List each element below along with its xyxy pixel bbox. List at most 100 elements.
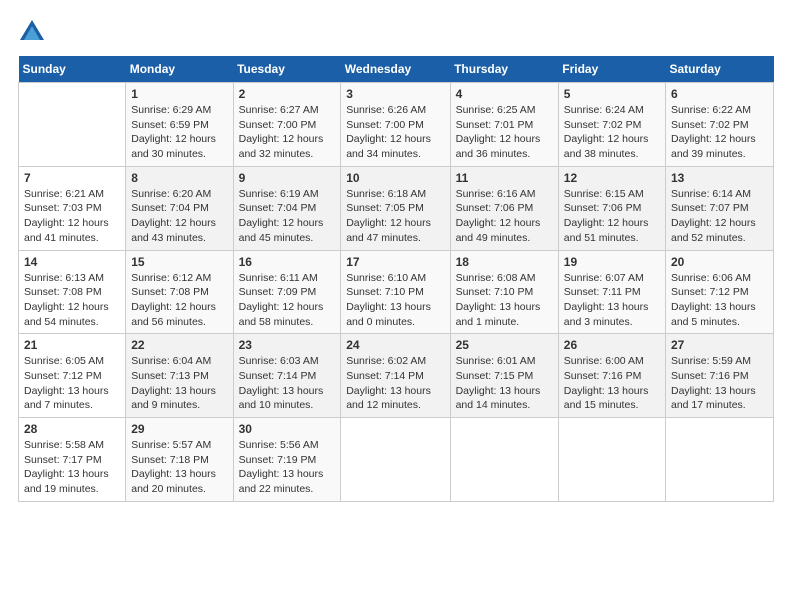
- calendar-cell: 20 Sunrise: 6:06 AMSunset: 7:12 PMDayligh…: [666, 250, 774, 334]
- day-info: Sunrise: 6:00 AMSunset: 7:16 PMDaylight:…: [564, 354, 660, 413]
- header-cell-monday: Monday: [126, 56, 233, 83]
- day-number: 2: [239, 87, 336, 101]
- calendar-cell: 13 Sunrise: 6:14 AMSunset: 7:07 PMDayligh…: [666, 166, 774, 250]
- day-number: 16: [239, 255, 336, 269]
- calendar-cell: 14 Sunrise: 6:13 AMSunset: 7:08 PMDayligh…: [19, 250, 126, 334]
- calendar-cell: 29 Sunrise: 5:57 AMSunset: 7:18 PMDayligh…: [126, 418, 233, 502]
- day-number: 15: [131, 255, 227, 269]
- day-info: Sunrise: 6:08 AMSunset: 7:10 PMDaylight:…: [456, 271, 553, 330]
- day-info: Sunrise: 6:29 AMSunset: 6:59 PMDaylight:…: [131, 103, 227, 162]
- day-number: 12: [564, 171, 660, 185]
- day-info: Sunrise: 6:19 AMSunset: 7:04 PMDaylight:…: [239, 187, 336, 246]
- calendar-cell: 15 Sunrise: 6:12 AMSunset: 7:08 PMDayligh…: [126, 250, 233, 334]
- day-info: Sunrise: 6:25 AMSunset: 7:01 PMDaylight:…: [456, 103, 553, 162]
- day-info: Sunrise: 6:14 AMSunset: 7:07 PMDaylight:…: [671, 187, 768, 246]
- day-info: Sunrise: 6:01 AMSunset: 7:15 PMDaylight:…: [456, 354, 553, 413]
- day-number: 1: [131, 87, 227, 101]
- day-info: Sunrise: 6:15 AMSunset: 7:06 PMDaylight:…: [564, 187, 660, 246]
- day-number: 24: [346, 338, 444, 352]
- day-info: Sunrise: 6:22 AMSunset: 7:02 PMDaylight:…: [671, 103, 768, 162]
- day-info: Sunrise: 6:04 AMSunset: 7:13 PMDaylight:…: [131, 354, 227, 413]
- day-info: Sunrise: 6:21 AMSunset: 7:03 PMDaylight:…: [24, 187, 120, 246]
- day-info: Sunrise: 6:07 AMSunset: 7:11 PMDaylight:…: [564, 271, 660, 330]
- calendar-cell: 10 Sunrise: 6:18 AMSunset: 7:05 PMDayligh…: [341, 166, 450, 250]
- header-cell-saturday: Saturday: [666, 56, 774, 83]
- day-info: Sunrise: 5:59 AMSunset: 7:16 PMDaylight:…: [671, 354, 768, 413]
- calendar-week-row: 21Sunrise: 6:05 AMSunset: 7:12 PMDayligh…: [19, 334, 774, 418]
- calendar-cell: 27 Sunrise: 5:59 AMSunset: 7:16 PMDayligh…: [666, 334, 774, 418]
- calendar-cell: 5 Sunrise: 6:24 AMSunset: 7:02 PMDaylight…: [558, 83, 665, 167]
- calendar-cell: 22 Sunrise: 6:04 AMSunset: 7:13 PMDayligh…: [126, 334, 233, 418]
- day-number: 4: [456, 87, 553, 101]
- calendar-cell: 8 Sunrise: 6:20 AMSunset: 7:04 PMDaylight…: [126, 166, 233, 250]
- calendar-week-row: 28 Sunrise: 5:58 AMSunset: 7:17 PMDayligh…: [19, 418, 774, 502]
- day-number: 22: [131, 338, 227, 352]
- calendar-cell: [19, 83, 126, 167]
- calendar-cell: 12 Sunrise: 6:15 AMSunset: 7:06 PMDayligh…: [558, 166, 665, 250]
- day-info: Sunrise: 6:24 AMSunset: 7:02 PMDaylight:…: [564, 103, 660, 162]
- day-number: 6: [671, 87, 768, 101]
- header-cell-friday: Friday: [558, 56, 665, 83]
- calendar-cell: 17Sunrise: 6:10 AMSunset: 7:10 PMDayligh…: [341, 250, 450, 334]
- day-number: 19: [564, 255, 660, 269]
- header: [18, 18, 774, 46]
- header-cell-thursday: Thursday: [450, 56, 558, 83]
- day-info: Sunrise: 6:06 AMSunset: 7:12 PMDaylight:…: [671, 271, 768, 330]
- calendar-cell: 9 Sunrise: 6:19 AMSunset: 7:04 PMDaylight…: [233, 166, 341, 250]
- day-info: Sunrise: 5:56 AMSunset: 7:19 PMDaylight:…: [239, 438, 336, 497]
- calendar-week-row: 7 Sunrise: 6:21 AMSunset: 7:03 PMDaylight…: [19, 166, 774, 250]
- header-cell-sunday: Sunday: [19, 56, 126, 83]
- day-info: Sunrise: 6:10 AMSunset: 7:10 PMDaylight:…: [346, 271, 444, 330]
- logo: [18, 18, 50, 46]
- day-number: 30: [239, 422, 336, 436]
- calendar-cell: 25 Sunrise: 6:01 AMSunset: 7:15 PMDayligh…: [450, 334, 558, 418]
- day-number: 14: [24, 255, 120, 269]
- calendar-cell: [666, 418, 774, 502]
- day-info: Sunrise: 6:16 AMSunset: 7:06 PMDaylight:…: [456, 187, 553, 246]
- day-number: 10: [346, 171, 444, 185]
- calendar-cell: 23 Sunrise: 6:03 AMSunset: 7:14 PMDayligh…: [233, 334, 341, 418]
- day-info: Sunrise: 5:57 AMSunset: 7:18 PMDaylight:…: [131, 438, 227, 497]
- day-number: 29: [131, 422, 227, 436]
- calendar-cell: 11Sunrise: 6:16 AMSunset: 7:06 PMDayligh…: [450, 166, 558, 250]
- calendar-cell: 24 Sunrise: 6:02 AMSunset: 7:14 PMDayligh…: [341, 334, 450, 418]
- day-number: 27: [671, 338, 768, 352]
- day-number: 7: [24, 171, 120, 185]
- day-number: 8: [131, 171, 227, 185]
- day-info: Sunrise: 6:20 AMSunset: 7:04 PMDaylight:…: [131, 187, 227, 246]
- calendar-cell: [341, 418, 450, 502]
- day-number: 25: [456, 338, 553, 352]
- calendar-cell: 28 Sunrise: 5:58 AMSunset: 7:17 PMDayligh…: [19, 418, 126, 502]
- day-number: 13: [671, 171, 768, 185]
- day-info: Sunrise: 6:12 AMSunset: 7:08 PMDaylight:…: [131, 271, 227, 330]
- header-cell-tuesday: Tuesday: [233, 56, 341, 83]
- calendar-cell: 1 Sunrise: 6:29 AMSunset: 6:59 PMDaylight…: [126, 83, 233, 167]
- calendar-cell: 26 Sunrise: 6:00 AMSunset: 7:16 PMDayligh…: [558, 334, 665, 418]
- calendar-week-row: 1 Sunrise: 6:29 AMSunset: 6:59 PMDaylight…: [19, 83, 774, 167]
- day-info: Sunrise: 6:13 AMSunset: 7:08 PMDaylight:…: [24, 271, 120, 330]
- day-info: Sunrise: 6:18 AMSunset: 7:05 PMDaylight:…: [346, 187, 444, 246]
- calendar-cell: [558, 418, 665, 502]
- day-number: 5: [564, 87, 660, 101]
- calendar-cell: 7 Sunrise: 6:21 AMSunset: 7:03 PMDaylight…: [19, 166, 126, 250]
- day-info: Sunrise: 6:11 AMSunset: 7:09 PMDaylight:…: [239, 271, 336, 330]
- calendar-cell: 21Sunrise: 6:05 AMSunset: 7:12 PMDayligh…: [19, 334, 126, 418]
- calendar-cell: 30 Sunrise: 5:56 AMSunset: 7:19 PMDayligh…: [233, 418, 341, 502]
- calendar-cell: 3Sunrise: 6:26 AMSunset: 7:00 PMDaylight…: [341, 83, 450, 167]
- day-number: 26: [564, 338, 660, 352]
- day-number: 9: [239, 171, 336, 185]
- day-info: Sunrise: 6:27 AMSunset: 7:00 PMDaylight:…: [239, 103, 336, 162]
- logo-icon: [18, 18, 46, 46]
- day-number: 18: [456, 255, 553, 269]
- day-info: Sunrise: 6:02 AMSunset: 7:14 PMDaylight:…: [346, 354, 444, 413]
- day-number: 3: [346, 87, 444, 101]
- day-number: 23: [239, 338, 336, 352]
- day-number: 20: [671, 255, 768, 269]
- day-info: Sunrise: 5:58 AMSunset: 7:17 PMDaylight:…: [24, 438, 120, 497]
- day-number: 21: [24, 338, 120, 352]
- calendar-cell: 2 Sunrise: 6:27 AMSunset: 7:00 PMDaylight…: [233, 83, 341, 167]
- day-number: 28: [24, 422, 120, 436]
- calendar-cell: 16 Sunrise: 6:11 AMSunset: 7:09 PMDayligh…: [233, 250, 341, 334]
- header-cell-wednesday: Wednesday: [341, 56, 450, 83]
- day-info: Sunrise: 6:03 AMSunset: 7:14 PMDaylight:…: [239, 354, 336, 413]
